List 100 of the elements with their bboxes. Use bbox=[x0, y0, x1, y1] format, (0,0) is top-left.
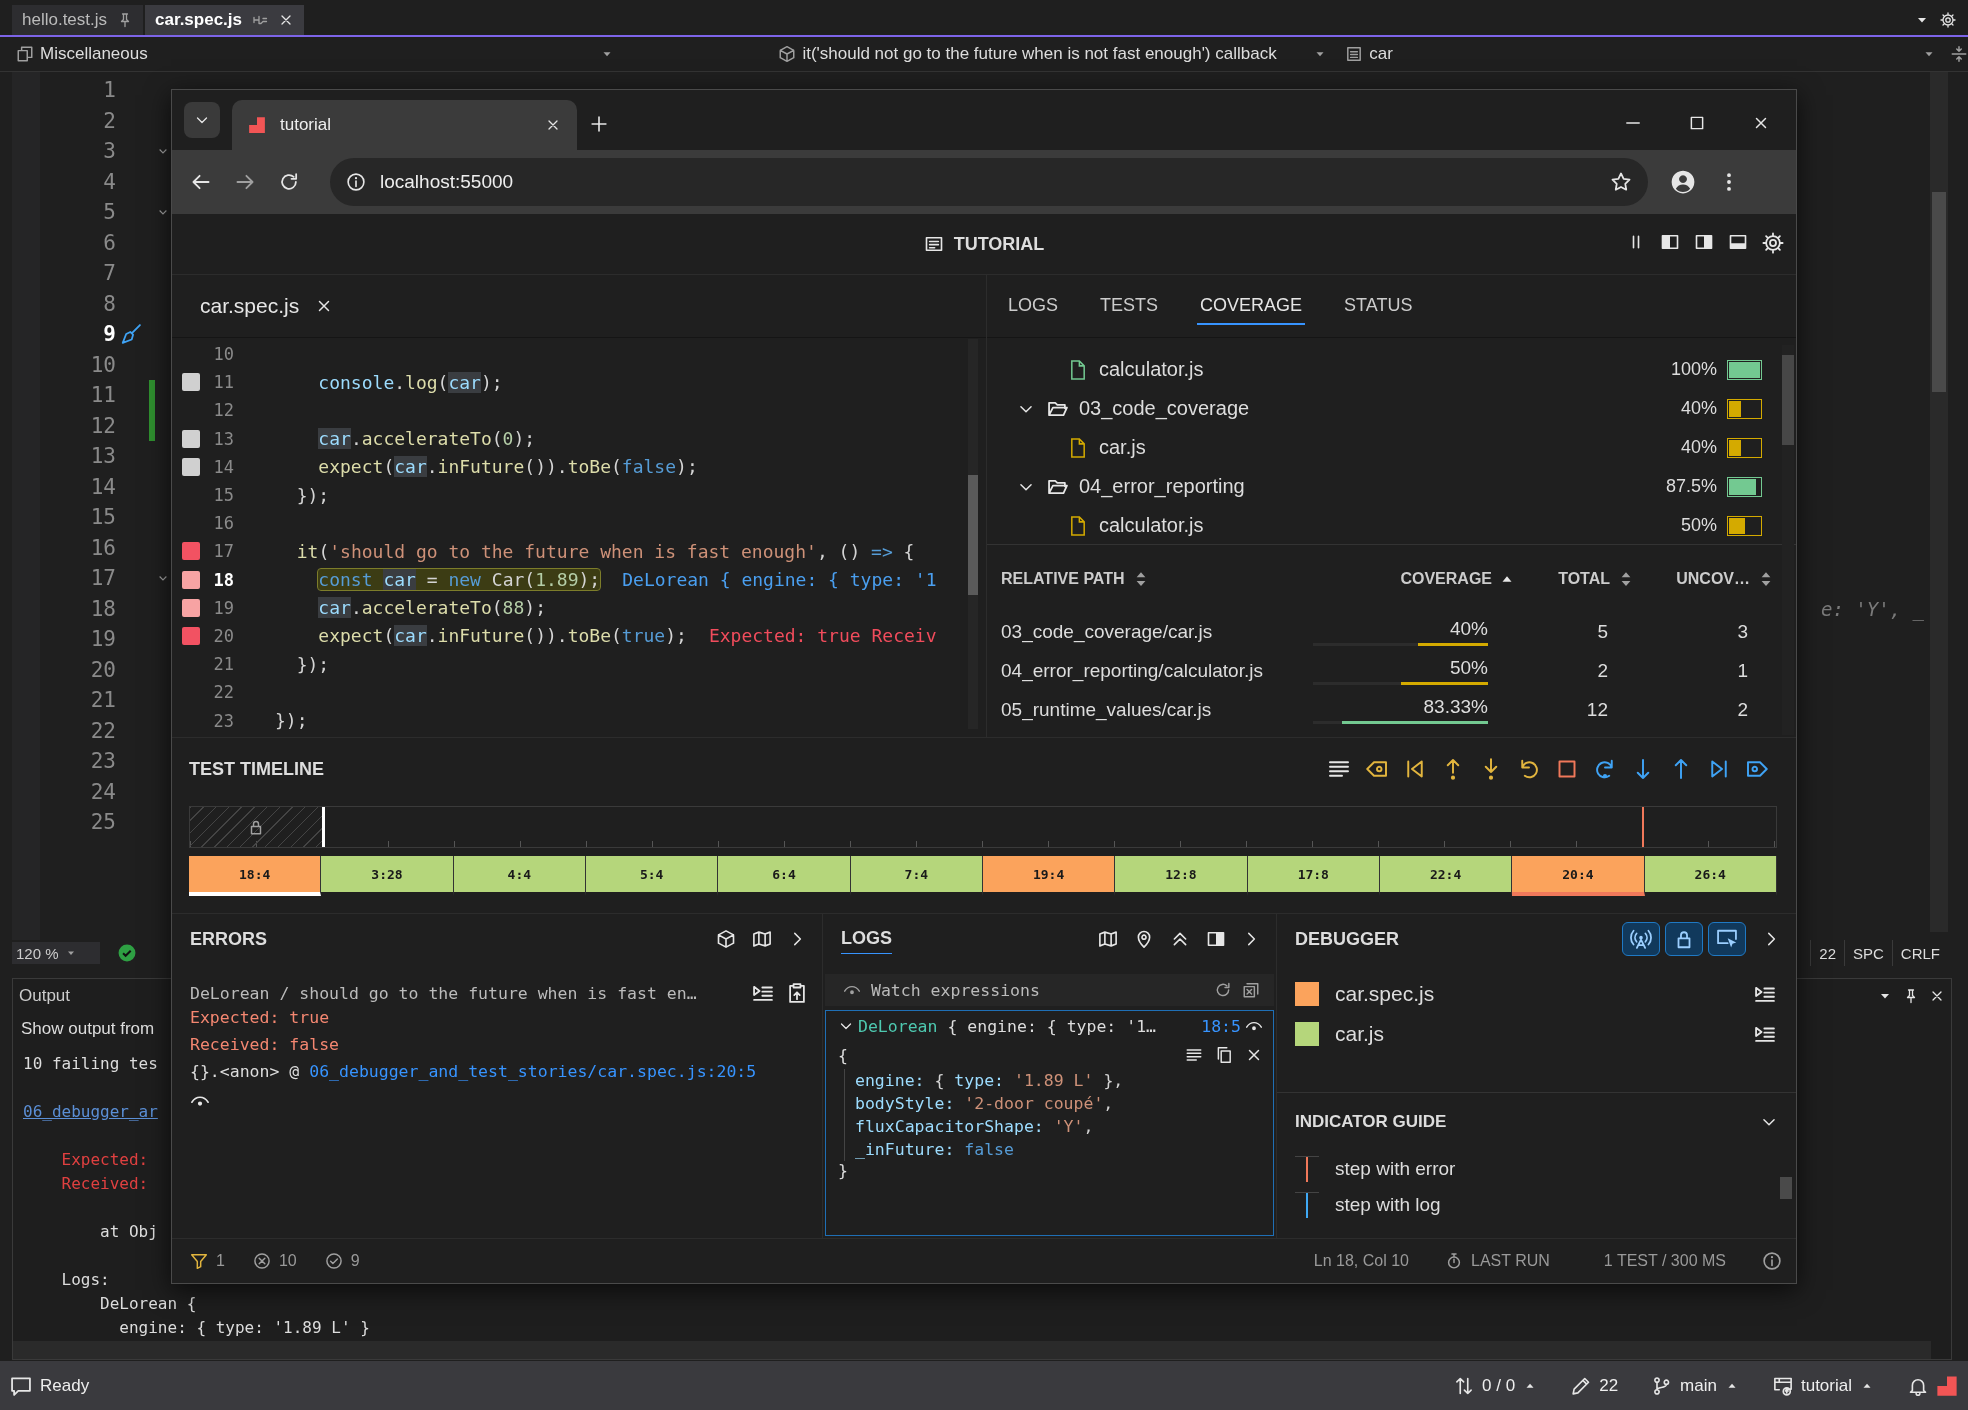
table-cell-text: 03_code_coverage/car.js bbox=[1001, 620, 1214, 643]
line-number: 23 bbox=[89, 749, 116, 774]
line-number: 19 bbox=[89, 627, 116, 652]
line-number: 19 bbox=[212, 597, 234, 618]
panel-tab[interactable]: TESTS bbox=[1097, 287, 1162, 325]
coverage-percent: 50% bbox=[1680, 515, 1717, 536]
object-property: engine: { type: '1.89 L' }, bbox=[855, 1070, 1125, 1092]
cursor-position: Ln 18, Col 10 bbox=[1313, 1252, 1409, 1270]
output-line: engine: { type: '1.89 L' } bbox=[118, 1317, 370, 1339]
scope-dropdown[interactable]: it('should not go to the future when is not fast enough') callback bbox=[628, 40, 1332, 68]
output-line: 10 failing tes bbox=[23, 1053, 158, 1075]
editor-tab[interactable]: car.spec.js bbox=[145, 5, 304, 35]
status-message: Ready bbox=[40, 1375, 90, 1396]
edits-indicator[interactable]: 22 bbox=[1571, 1375, 1619, 1396]
table-cell-text: 3 bbox=[1736, 620, 1749, 643]
output-line: Logs: bbox=[60, 1269, 110, 1291]
line-number: 18 bbox=[212, 569, 234, 590]
panel-tab[interactable]: COVERAGE bbox=[1197, 287, 1306, 325]
brace: { bbox=[838, 1045, 848, 1065]
column-header[interactable]: COVERAGE bbox=[1400, 569, 1492, 588]
file-name[interactable]: car.js bbox=[1335, 1022, 1384, 1046]
line-ending[interactable]: CRLF bbox=[1891, 940, 1948, 966]
member-dropdown[interactable]: car bbox=[1341, 40, 1940, 68]
line-number: 1 bbox=[102, 78, 116, 103]
cursor-position[interactable]: 22 bbox=[1810, 940, 1844, 966]
passed-count[interactable]: 9 bbox=[324, 1252, 360, 1270]
line-number: 2 bbox=[102, 108, 116, 133]
table-cell-text: 2 bbox=[1596, 659, 1609, 682]
object-property: fluxCapacitorShape: 'Y', bbox=[855, 1116, 1095, 1138]
code-line: it('should go to the future when is fast enough', () => { bbox=[295, 540, 915, 562]
timeline-step[interactable]: 18:4 bbox=[189, 856, 322, 896]
pane-title: ERRORS bbox=[190, 928, 267, 950]
file-name[interactable]: car.spec.js bbox=[1335, 982, 1435, 1006]
source-label: Show output from bbox=[21, 1019, 155, 1039]
output-line: Expected: bbox=[60, 1149, 149, 1171]
line-number: 20 bbox=[212, 625, 234, 646]
column-header[interactable]: RELATIVE PATH bbox=[1001, 569, 1125, 588]
table-cell-text: 05_runtime_values/car.js bbox=[1001, 698, 1213, 721]
column-header[interactable]: UNCOV… bbox=[1676, 569, 1750, 588]
line-number: 15 bbox=[89, 505, 116, 530]
address-bar[interactable]: localhost:55000 bbox=[330, 158, 1648, 206]
code-line: car.accelerateTo(88); bbox=[317, 597, 546, 619]
line-number: 14 bbox=[89, 474, 116, 499]
line-number: 17 bbox=[212, 541, 234, 562]
table-cell-text: 2 bbox=[1736, 698, 1749, 721]
table-cell-text: 1 bbox=[1736, 659, 1749, 682]
file-tab[interactable]: car.spec.js bbox=[200, 294, 300, 318]
editor-tab[interactable]: hello.test.js bbox=[12, 5, 144, 35]
source-link[interactable]: 06_debugger_and_test_stories/car.spec.js:20:5 bbox=[309, 1062, 757, 1081]
code-fragment: e: 'Y', _ bbox=[1821, 597, 1924, 620]
line-number: 12 bbox=[212, 400, 234, 421]
table-cell: 83.33% bbox=[1423, 695, 1488, 718]
browser-tab[interactable]: tutorial bbox=[232, 100, 577, 150]
repository-picker[interactable]: tutorial bbox=[1772, 1375, 1874, 1396]
pane-title: DEBUGGER bbox=[1295, 928, 1399, 950]
line-number: 24 bbox=[89, 779, 116, 804]
code-line: console.log(car); bbox=[317, 371, 503, 393]
log-entry[interactable]: DeLorean { engine: { type: '1… bbox=[858, 1016, 1157, 1036]
line-number: 10 bbox=[89, 352, 116, 377]
line-number: 9 bbox=[102, 322, 116, 347]
branch-picker[interactable]: main bbox=[1652, 1375, 1739, 1396]
line-number: 25 bbox=[89, 810, 116, 835]
location-link[interactable]: 18:5 bbox=[1201, 1016, 1241, 1036]
line-number: 6 bbox=[102, 230, 116, 255]
table-cell: 50% bbox=[1449, 656, 1488, 679]
brace: } bbox=[838, 1161, 848, 1180]
panel-tab[interactable]: LOGS bbox=[1005, 287, 1062, 325]
line-number: 21 bbox=[212, 654, 234, 675]
line-number: 20 bbox=[89, 657, 116, 682]
project-dropdown[interactable]: Miscellaneous bbox=[12, 40, 619, 68]
changes-indicator[interactable]: 0 / 0 bbox=[1454, 1375, 1538, 1396]
guide-label: step with log bbox=[1335, 1194, 1441, 1216]
filter-count[interactable]: 1 bbox=[190, 1252, 225, 1270]
panel-title: Output bbox=[19, 986, 71, 1006]
code-line: expect(car.inFuture()).toBe(true); bbox=[317, 625, 687, 647]
column-header[interactable]: TOTAL bbox=[1558, 569, 1610, 588]
code-line: }); bbox=[275, 710, 308, 732]
line-number: 15 bbox=[212, 485, 234, 506]
failed-count[interactable]: 10 bbox=[252, 1252, 297, 1270]
folder-name[interactable]: 03_code_coverage bbox=[1079, 397, 1250, 420]
line-number: 22 bbox=[212, 682, 234, 703]
folder-name[interactable]: 04_error_reporting bbox=[1079, 475, 1245, 498]
file-name[interactable]: calculator.js bbox=[1099, 514, 1204, 537]
indent-mode[interactable]: SPC bbox=[1844, 940, 1892, 966]
panel-tab[interactable]: STATUS bbox=[1341, 287, 1416, 325]
line-number: 10 bbox=[212, 344, 234, 365]
file-name[interactable]: calculator.js bbox=[1099, 358, 1204, 381]
section-title: TEST TIMELINE bbox=[189, 758, 324, 780]
line-number: 11 bbox=[89, 383, 116, 408]
timeline-step[interactable]: 20:4 bbox=[1512, 856, 1645, 896]
table-cell: 40% bbox=[1449, 617, 1488, 640]
line-number: 4 bbox=[102, 169, 116, 194]
coverage-percent: 40% bbox=[1680, 398, 1717, 419]
output-link[interactable]: 06_debugger_ar bbox=[23, 1076, 158, 1124]
file-name[interactable]: car.js bbox=[1099, 436, 1146, 459]
code-line: car.accelerateTo(0); bbox=[317, 428, 536, 450]
line-number: 22 bbox=[89, 718, 116, 743]
zoom-dropdown[interactable]: 120 % bbox=[12, 942, 100, 964]
inline-value: DeLorean { engine: { type: '1 bbox=[622, 569, 937, 591]
guide-label: step with error bbox=[1335, 1158, 1456, 1180]
